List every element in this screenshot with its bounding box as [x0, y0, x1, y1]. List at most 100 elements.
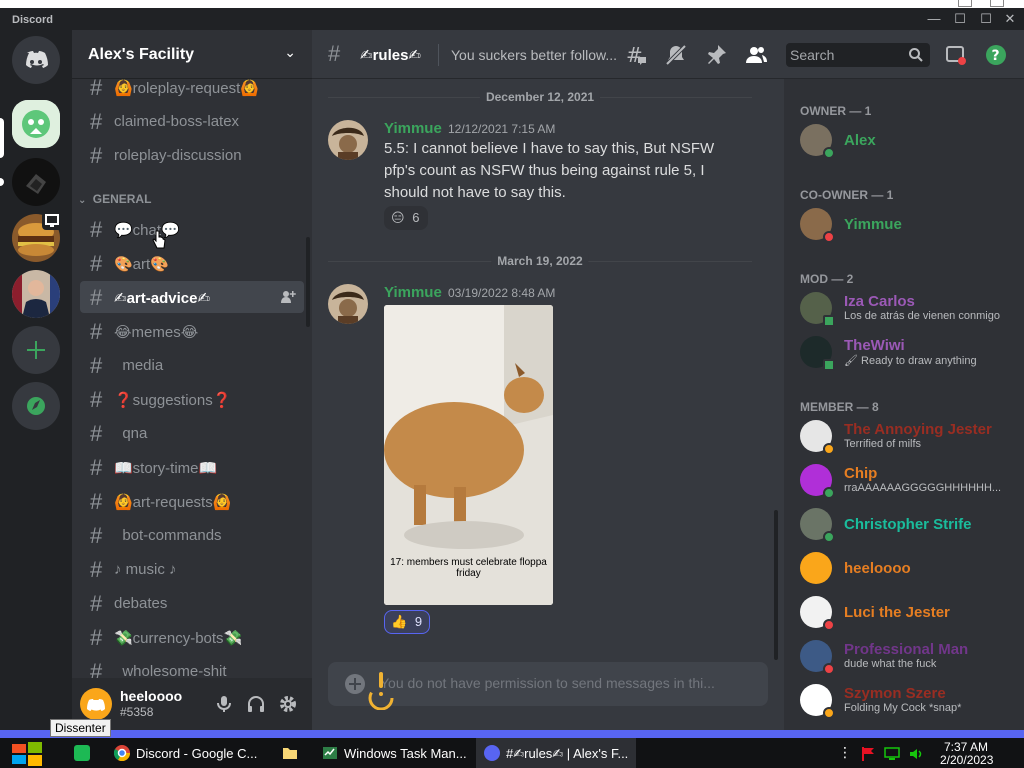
reaction-button[interactable]: 😑 6	[384, 206, 428, 230]
member-chip[interactable]: Chip rraAAAAAAGGGGGHHHHHH...	[792, 459, 1016, 501]
network-icon[interactable]	[884, 746, 900, 762]
gear-icon[interactable]	[278, 694, 298, 714]
channel-memes[interactable]: # 😂memes😂	[80, 315, 304, 347]
member-szymon[interactable]: Szymon Szere Folding My Cock *snap*	[792, 679, 1016, 721]
reaction-count: 9	[414, 614, 423, 629]
clock-time[interactable]: 7:37 AM	[944, 740, 988, 754]
member-heeloooo[interactable]: heeloooo	[792, 547, 1016, 589]
message-author[interactable]: Yimmue	[384, 284, 442, 301]
volume-icon[interactable]	[908, 746, 924, 762]
mute-icon[interactable]	[664, 43, 688, 67]
title-bar: Discord — ☐ ☐ ✕	[0, 8, 1024, 30]
member-iza-carlos[interactable]: Iza Carlos Los de atrás de vienen conmig…	[792, 287, 1016, 329]
avatar[interactable]	[328, 284, 368, 324]
channel-suggestions[interactable]: # ❓suggestions❓	[80, 383, 304, 415]
taskbar-chrome-discord[interactable]: Discord - Google C...	[106, 738, 266, 768]
header-divider	[438, 44, 439, 66]
server-icon-portrait[interactable]	[12, 270, 60, 318]
server-avatar-icon	[12, 158, 60, 206]
channel-music[interactable]: # ♪ music ♪	[80, 553, 304, 585]
channel-story-time[interactable]: # 📖story-time📖	[80, 451, 304, 483]
search-input[interactable]: Search	[786, 43, 930, 67]
channel-topic[interactable]: You suckers better follow...	[451, 47, 617, 63]
member-jester[interactable]: The Annoying Jester Terrified of milfs	[792, 415, 1016, 457]
clock-date[interactable]: 2/20/2023	[940, 753, 993, 767]
start-button[interactable]	[0, 738, 54, 768]
taskbar-discord-window[interactable]: #✍rules✍ | Alex's F...	[476, 738, 636, 768]
member-christopher-strife[interactable]: Christopher Strife	[792, 503, 1016, 545]
hash-icon: #	[90, 387, 103, 412]
member-luci-the-jester[interactable]: Luci the Jester	[792, 591, 1016, 633]
search-icon	[909, 48, 923, 62]
inbox-icon[interactable]	[944, 43, 968, 67]
category-general[interactable]: ⌄ GENERAL	[78, 192, 151, 206]
explore-servers-button[interactable]	[12, 382, 60, 430]
taskbar-file-explorer[interactable]	[272, 738, 308, 768]
headphones-icon[interactable]	[246, 694, 266, 714]
channel-roleplay-discussion[interactable]: # roleplay-discussion	[80, 139, 304, 171]
channel-debates[interactable]: # debates	[80, 587, 304, 619]
help-icon[interactable]: ?	[984, 43, 1008, 67]
close-icon[interactable]: ✕	[1002, 11, 1018, 27]
avatar[interactable]	[80, 688, 112, 720]
taskbar-task-manager[interactable]: Windows Task Man...	[314, 738, 474, 768]
member-name: Yimmue	[844, 216, 902, 233]
mic-icon[interactable]	[214, 694, 234, 714]
message-image[interactable]: 17: members must celebrate floppa friday	[384, 305, 553, 605]
members-icon[interactable]	[744, 43, 768, 67]
hash-icon: #	[90, 421, 103, 446]
channel-label: ♪ music ♪	[114, 561, 177, 578]
channel-label: wholesome-shit	[114, 663, 227, 678]
reaction-button[interactable]: 👍 9	[384, 610, 430, 634]
invite-user-icon[interactable]	[280, 289, 296, 305]
channel-art-requests[interactable]: # 🙆art-requests🙆	[80, 485, 304, 517]
svg-text:?: ?	[992, 48, 1000, 64]
minimize-icon[interactable]: —	[926, 11, 942, 27]
channel-label: qna	[114, 425, 148, 442]
member-alex[interactable]: Alex	[792, 119, 1016, 161]
server-icon-dark[interactable]	[12, 158, 60, 206]
channel-wholesome-shit[interactable]: # wholesome-shit	[80, 655, 304, 678]
taskbar: Discord - Google C... Windows Task Man..…	[0, 738, 1024, 768]
channel-qna[interactable]: # qna	[80, 417, 304, 449]
channel-media[interactable]: # media	[80, 349, 304, 381]
message-text: 5.5: I cannot believe I have to say this…	[384, 140, 715, 201]
add-server-button[interactable]	[12, 326, 60, 374]
server-icon-alexs-facility[interactable]	[12, 100, 60, 148]
channel-roleplay-request[interactable]: # 🙆roleplay-request🙆	[80, 79, 304, 103]
message-composer[interactable]: You do not have permission to send messa…	[328, 662, 768, 710]
channel-scrollbar[interactable]	[306, 237, 310, 327]
image-caption: 17: members must celebrate floppa friday	[390, 557, 547, 579]
maximize-icon[interactable]: ☐	[978, 11, 994, 27]
author-avatar-icon	[328, 120, 368, 160]
plus-circle-icon[interactable]	[344, 673, 366, 695]
channel-bot-commands[interactable]: # bot-commands	[80, 519, 304, 551]
hash-icon: #	[90, 591, 103, 616]
member-list: OWNER — 1 Alex CO-OWNER — 1 Yimmue MOD —…	[784, 79, 1024, 730]
channel-art-advice[interactable]: # ✍art-advice✍	[80, 281, 304, 313]
chat-scrollbar[interactable]	[774, 510, 778, 660]
member-group-owner: OWNER — 1	[800, 104, 872, 118]
channel-currency-bots[interactable]: # 💸currency-bots💸	[80, 621, 304, 653]
message-author[interactable]: Yimmue	[384, 120, 442, 137]
avatar[interactable]	[328, 120, 368, 160]
channel-chat[interactable]: # 💬chat💬	[80, 213, 304, 245]
channel-sidebar: Alex's Facility ⌄ # 🙆roleplay-request🙆 #…	[72, 30, 312, 730]
taskbar-app-green[interactable]	[62, 738, 102, 768]
member-professional-man[interactable]: Professional Man dude what the fuck	[792, 635, 1016, 677]
flag-icon[interactable]	[860, 746, 876, 762]
home-button[interactable]	[12, 36, 60, 84]
member-yimmue[interactable]: Yimmue	[792, 203, 1016, 245]
avatar	[800, 552, 832, 584]
server-header[interactable]: Alex's Facility ⌄	[72, 30, 312, 79]
pin-icon[interactable]	[704, 43, 728, 67]
more-icon[interactable]: ⋮	[838, 744, 852, 761]
server-name: Alex's Facility	[88, 46, 195, 63]
compass-icon	[27, 397, 45, 415]
member-thewiwi[interactable]: TheWiwi 🖌 Ready to draw anything	[792, 331, 1016, 373]
restore-icon[interactable]: ☐	[952, 11, 968, 27]
thread-icon[interactable]: #	[624, 43, 648, 67]
composer-placeholder: You do not have permission to send messa…	[380, 675, 715, 691]
channel-claimed-boss-latex[interactable]: # claimed-boss-latex	[80, 105, 304, 137]
channel-art[interactable]: # 🎨art🎨	[80, 247, 304, 279]
